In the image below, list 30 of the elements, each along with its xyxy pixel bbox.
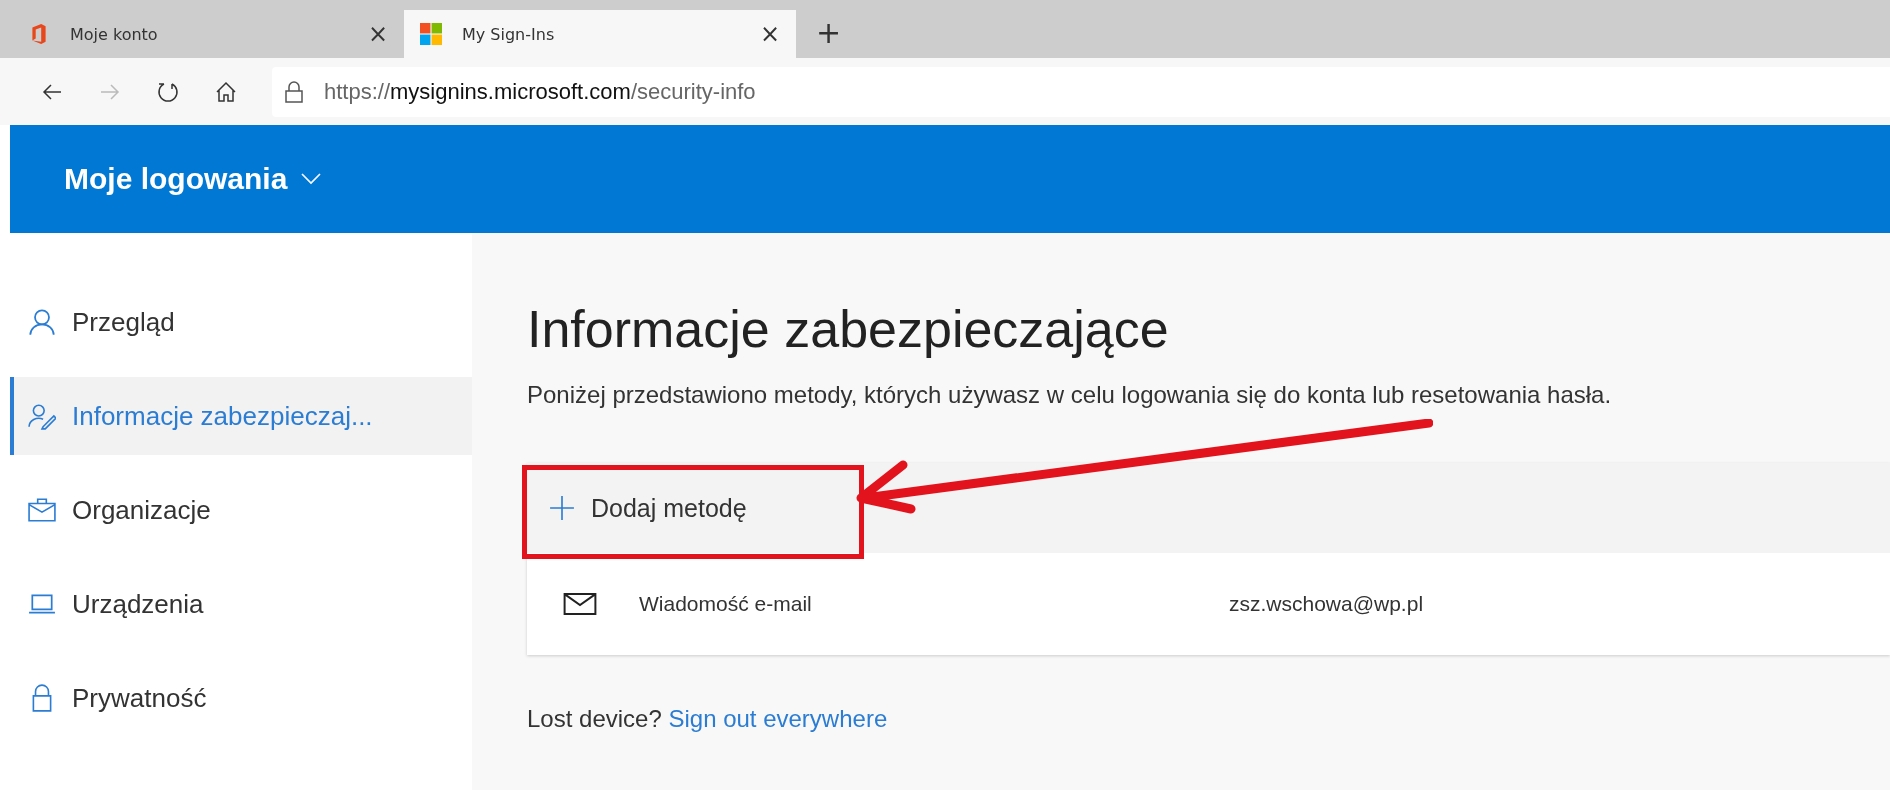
address-bar[interactable]: https://mysignins.microsoft.com/security-info: [272, 66, 1890, 117]
briefcase-icon: [28, 496, 56, 524]
sidebar-item[interactable]: Prywatność: [10, 659, 472, 737]
home-icon[interactable]: [214, 79, 238, 104]
method-value: zsz.wschowa@wp.pl: [1229, 592, 1424, 616]
lost-device-text: Lost device?: [527, 705, 662, 732]
close-tab-button[interactable]: ×: [367, 20, 388, 48]
new-tab-button[interactable]: +: [816, 15, 842, 50]
sign-out-link[interactable]: Sign out everywhere: [668, 705, 888, 732]
method-name: Wiadomość e-mail: [639, 592, 813, 616]
windows-logo-icon: [420, 23, 442, 45]
plus-icon: [549, 495, 575, 521]
person-pencil-icon: [28, 402, 56, 430]
sidebar-item[interactable]: Przegląd: [10, 283, 472, 361]
person-icon: [28, 308, 56, 336]
tab-title: My Sign-Ins: [462, 24, 556, 44]
page-title: Informacje zabezpieczające: [527, 299, 1170, 359]
browser-tab[interactable]: Moje konto ×: [12, 10, 404, 58]
sidebar-item[interactable]: Informacje zabezpieczaj...: [10, 377, 472, 455]
sidebar-item[interactable]: Organizacje: [10, 471, 472, 549]
browser-tab[interactable]: My Sign-Ins ×: [404, 10, 796, 58]
app-menu-button[interactable]: Moje logowania: [64, 162, 288, 196]
close-tab-button[interactable]: ×: [759, 20, 780, 48]
envelope-icon: [563, 593, 597, 615]
sidebar-item[interactable]: Urządzenia: [10, 565, 472, 643]
add-method-button[interactable]: Dodaj metodę: [527, 463, 747, 553]
description-text: Poniżej przedstawiono metody, których używasz w celu logowania się do konta lub resetowania hasła.: [527, 381, 1613, 409]
lock-icon: [284, 79, 304, 104]
tab-title: Moje konto: [70, 24, 159, 44]
chevron-down-icon[interactable]: [301, 173, 322, 185]
